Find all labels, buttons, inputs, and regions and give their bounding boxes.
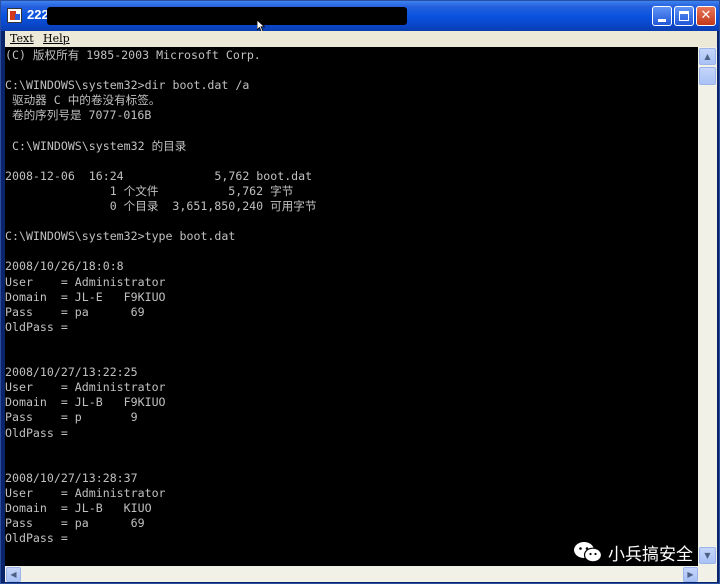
console-app-icon[interactable] (7, 8, 22, 23)
watermark-text: 小兵搞安全 (608, 544, 693, 565)
console-window: 222 ✕ Text Help (C) 版权所有 1985-2003 Micro… (0, 0, 720, 584)
wechat-icon (574, 542, 603, 563)
arrow-up-icon: ▲ (704, 52, 711, 61)
console-line: User = Administrator (5, 485, 166, 500)
console-line: Domain = JL-B F9KIUO (5, 395, 166, 410)
scroll-up-button[interactable]: ▲ (699, 48, 716, 65)
console-output[interactable]: (C) 版权所有 1985-2003 Microsoft Corp. C:\WIN… (5, 47, 698, 566)
console-line: 2008/10/26/18:0:8 (5, 259, 124, 274)
console-line: Pass = pa 69 (5, 304, 145, 319)
console-line: Domain = JL-E F9KIUO (5, 289, 166, 304)
console-line: Domain = JL-B KIUO (5, 501, 152, 515)
console-line: 2008/10/27/13:28:37 (5, 470, 138, 485)
scroll-down-button[interactable]: ▼ (699, 547, 716, 564)
menu-item-text[interactable]: Text (10, 32, 34, 45)
horizontal-scrollbar[interactable] (5, 566, 717, 582)
maximize-icon (679, 11, 689, 21)
arrow-down-icon: ▼ (704, 551, 711, 560)
console-line: (C) 版权所有 1985-2003 Microsoft Corp. (5, 48, 261, 62)
menu-bar: Text Help (5, 31, 717, 47)
console-line: User = Administrator (5, 274, 166, 289)
close-button[interactable]: ✕ (696, 6, 716, 26)
vertical-scroll-thumb[interactable] (699, 67, 716, 85)
console-line: OldPass = (5, 531, 68, 546)
menu-item-help[interactable]: Help (43, 32, 70, 45)
console-line: 0 个目录 3,651,850,240 可用字节 (5, 199, 317, 213)
title-bar[interactable]: 222 ✕ (1, 1, 719, 32)
arrow-right-icon: ▶ (687, 570, 694, 579)
scroll-right-button[interactable]: ▶ (683, 567, 698, 582)
vertical-scrollbar[interactable] (698, 47, 717, 566)
console-line: Pass = pa 69 (5, 516, 145, 531)
console-line: OldPass = (5, 425, 68, 440)
console-line: 2008-12-06 16:24 5,762 boot.dat (5, 168, 313, 183)
minimize-button[interactable] (652, 6, 672, 26)
close-icon: ✕ (700, 8, 712, 23)
console-line: C:\WINDOWS\system32>type boot.dat (5, 229, 236, 244)
console-line: OldPass = (5, 319, 68, 334)
console-line: 驱动器 C 中的卷没有标签。 (5, 93, 161, 108)
watermark: 小兵搞安全 (573, 538, 693, 566)
console-line: C:\WINDOWS\system32 的目录 (5, 138, 187, 153)
console-line: 2008/10/27/13:22:25 (5, 365, 138, 380)
title-redaction (47, 7, 407, 25)
console-line: 卷的序列号是 7077-016B (5, 108, 152, 123)
arrow-left-icon: ◀ (10, 570, 17, 579)
maximize-button[interactable] (674, 6, 694, 26)
console-line: 1 个文件 5,762 字节 (5, 183, 294, 198)
console-line: User = Administrator (5, 380, 166, 395)
console-line: C:\WINDOWS\system32>dir boot.dat /a (5, 78, 250, 93)
window-title: 222 (27, 7, 49, 22)
minimize-icon (658, 19, 666, 22)
console-line: Pass = p 9 (5, 410, 138, 425)
scroll-left-button[interactable]: ◀ (6, 567, 21, 582)
